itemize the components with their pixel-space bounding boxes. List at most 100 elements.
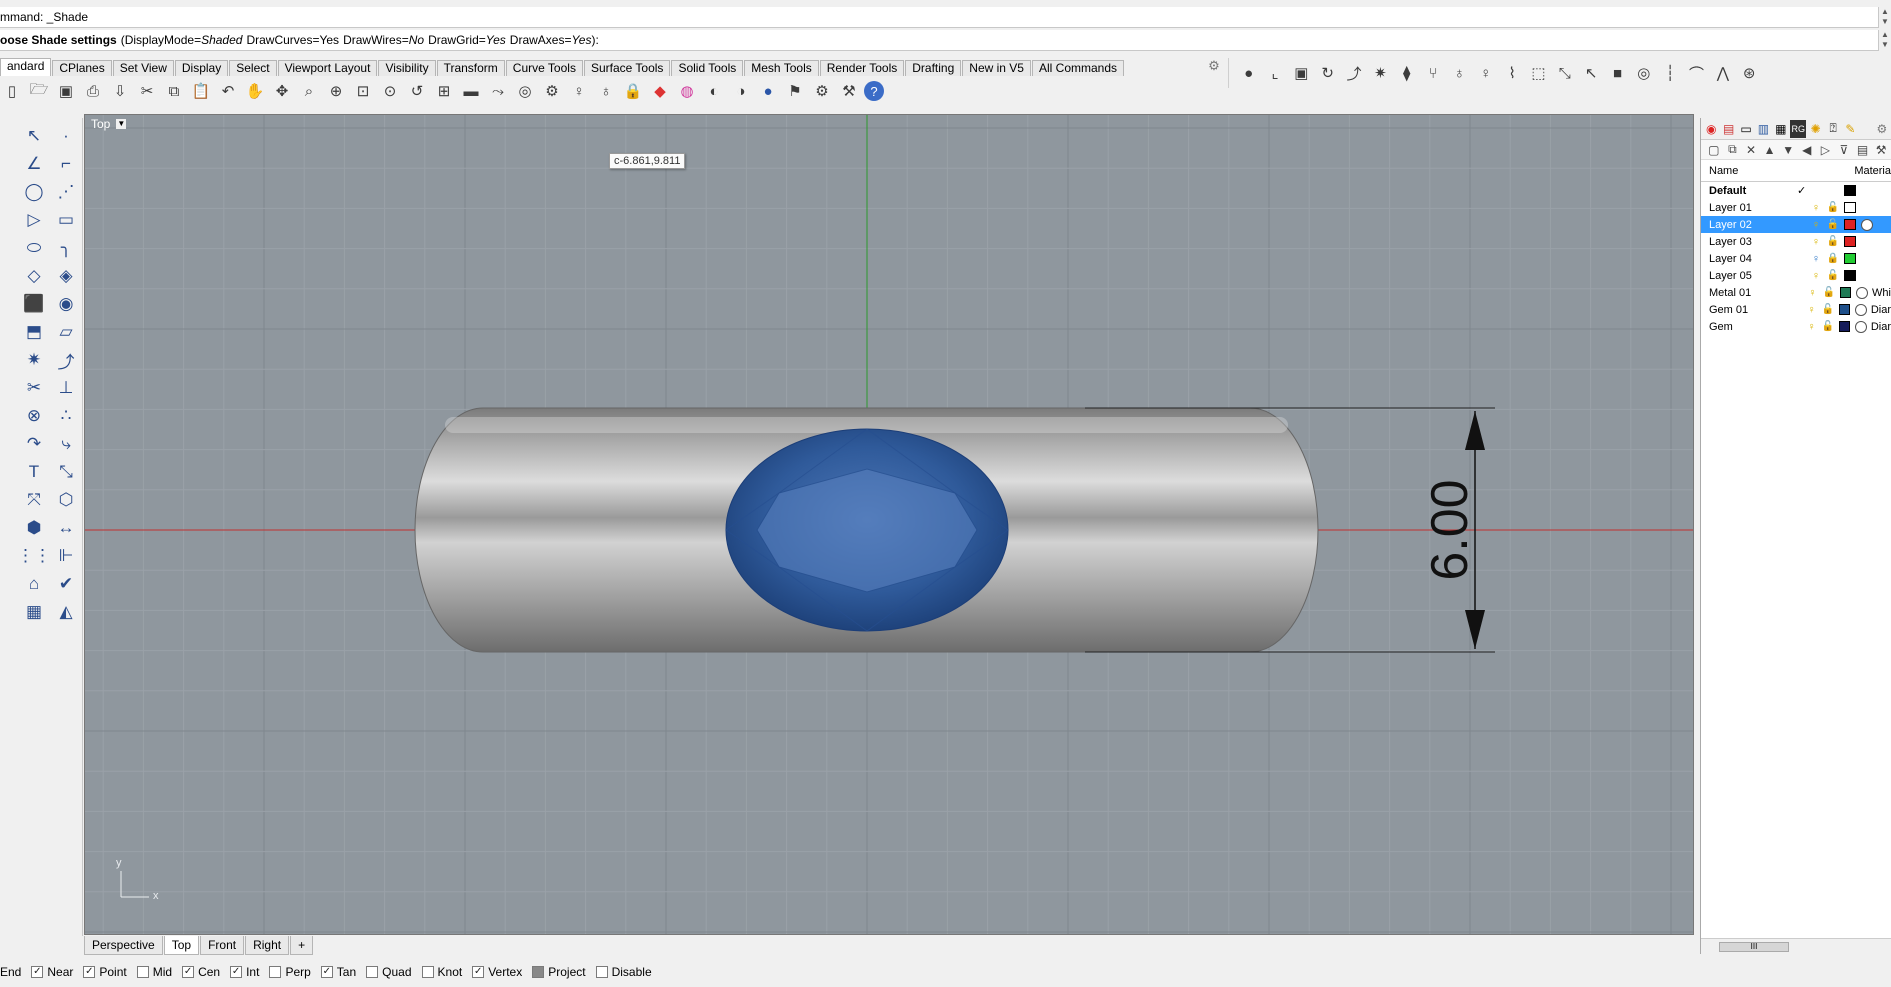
- osnap-vertex[interactable]: ✓ Vertex: [472, 965, 522, 979]
- zoom-selected-icon[interactable]: ⊙: [378, 79, 402, 103]
- color-wheel-icon[interactable]: ◍: [675, 79, 699, 103]
- osnap-perp-checkbox[interactable]: [269, 966, 282, 978]
- toolbar-tab-transform[interactable]: Transform: [436, 60, 505, 76]
- toolbar-tab-visibility[interactable]: Visibility: [378, 60, 436, 76]
- rail-revolve-icon[interactable]: ⤴: [1342, 61, 1365, 85]
- layer-color-swatch[interactable]: [1844, 236, 1856, 247]
- move-down-icon[interactable]: ▼: [1779, 142, 1797, 158]
- boolean-icon[interactable]: ⊛: [1738, 61, 1761, 85]
- layer-color-swatch[interactable]: [1844, 202, 1856, 213]
- osnap-quad[interactable]: Quad: [366, 965, 412, 979]
- toolbar-tab-viewport-layout[interactable]: Viewport Layout: [277, 60, 378, 76]
- layer-color-swatch[interactable]: [1844, 270, 1856, 281]
- dot-icon[interactable]: ⊗: [18, 402, 50, 430]
- new-file-icon[interactable]: ▯: [0, 79, 24, 103]
- layer-lock-icon[interactable]: 🔓: [1825, 270, 1841, 281]
- dimension-icon[interactable]: ↔: [50, 514, 82, 542]
- shaded-sphere-icon[interactable]: ◑: [729, 79, 753, 103]
- layer-row[interactable]: Layer 04 ♀ 🔒: [1701, 250, 1891, 267]
- help-tab-icon[interactable]: ⍰: [1825, 120, 1841, 138]
- check-icon[interactable]: ✔: [50, 570, 82, 598]
- copy-icon[interactable]: ⧉: [162, 79, 186, 103]
- zoom-dynamic-icon[interactable]: ⊕: [324, 79, 348, 103]
- option-drawwires[interactable]: DrawWires=No: [343, 33, 424, 47]
- osnap-int-checkbox[interactable]: ✓: [230, 966, 243, 978]
- layer-row[interactable]: Gem 01 ♀ 🔓 Diar: [1701, 301, 1891, 318]
- bulb-icon[interactable]: ♀: [1474, 61, 1497, 85]
- shaded-sphere-icon[interactable]: ●: [1237, 61, 1260, 85]
- layer-name[interactable]: Gem 01: [1701, 304, 1793, 316]
- bulbs-icon[interactable]: ♁: [1448, 61, 1471, 85]
- layer-lock-icon[interactable]: 🔓: [1820, 321, 1835, 332]
- layers-col-material[interactable]: Materia: [1854, 165, 1891, 177]
- layer-lock-icon[interactable]: 🔓: [1820, 304, 1835, 315]
- layers-h-scrollbar[interactable]: III: [1701, 938, 1891, 954]
- panel-gear-icon[interactable]: ⚙: [1874, 120, 1890, 138]
- properties-tab-icon[interactable]: ◉: [1703, 120, 1719, 138]
- layers-scroll-thumb[interactable]: III: [1719, 942, 1789, 952]
- toolbar-tab-curve-tools[interactable]: Curve Tools: [505, 60, 583, 76]
- zoom-window-icon[interactable]: ⌕: [297, 79, 321, 103]
- paste-icon[interactable]: 📋: [189, 79, 213, 103]
- osnap-quad-checkbox[interactable]: [366, 966, 379, 978]
- split-icon[interactable]: ⊥: [50, 374, 82, 402]
- layer-name[interactable]: Metal 01: [1701, 287, 1794, 299]
- points-icon[interactable]: ∴: [50, 402, 82, 430]
- save-icon[interactable]: ▣: [54, 79, 78, 103]
- help-icon[interactable]: ?: [864, 81, 884, 101]
- toolbar-tab-display[interactable]: Display: [174, 60, 229, 76]
- osnap-disable-checkbox[interactable]: [595, 966, 608, 978]
- import-icon[interactable]: ⇩: [108, 79, 132, 103]
- gumball-icon[interactable]: ⊩: [50, 542, 82, 570]
- box-icon[interactable]: ⬛: [18, 290, 50, 318]
- osnap-tan[interactable]: ✓ Tan: [320, 965, 356, 979]
- solid-icon[interactable]: ⬢: [18, 514, 50, 542]
- layer-states-icon[interactable]: ▤: [1854, 142, 1872, 158]
- viewport-canvas[interactable]: 6.00: [85, 115, 1694, 935]
- layer-visibility-bulb-icon[interactable]: ♀: [1807, 219, 1825, 231]
- layer-name[interactable]: Layer 05: [1701, 270, 1797, 282]
- collapse-icon[interactable]: ▷: [1817, 142, 1835, 158]
- polyline-icon[interactable]: ⌇: [1500, 61, 1523, 85]
- trim-icon[interactable]: ✂: [18, 374, 50, 402]
- polyline-icon[interactable]: ⌐: [50, 150, 82, 178]
- option-drawaxes[interactable]: DrawAxes=Yes: [510, 33, 592, 47]
- layer-color-swatch[interactable]: [1839, 287, 1852, 298]
- layer-material-icon[interactable]: [1855, 303, 1867, 316]
- layer-visibility-bulb-icon[interactable]: ♀: [1807, 236, 1825, 248]
- viewport-top[interactable]: 6.00 Top ▼ c-6.861,9.811 y x: [84, 114, 1694, 935]
- osnap-near-checkbox[interactable]: ✓: [31, 966, 44, 978]
- layer-visibility-bulb-icon[interactable]: ♀: [1803, 304, 1820, 316]
- mirror-icon[interactable]: ⧫: [1395, 61, 1418, 85]
- notes-tab-icon[interactable]: ✎: [1842, 120, 1858, 138]
- option-displaymode[interactable]: DisplayMode=Shaded: [125, 33, 243, 47]
- pan-hand-icon[interactable]: ✋: [243, 79, 267, 103]
- toolbar-tabs-gear-icon[interactable]: ⚙: [1206, 58, 1222, 74]
- layer-lock-icon[interactable]: 🔓: [1825, 219, 1841, 230]
- toolbar-tab-cplanes[interactable]: CPlanes: [52, 60, 112, 76]
- toolbar-tab-new-in-v5[interactable]: New in V5: [962, 60, 1031, 76]
- layer-visibility-bulb-icon[interactable]: ♀: [1804, 287, 1821, 299]
- option-drawcurves[interactable]: DrawCurves=Yes: [246, 33, 339, 47]
- osnap-disable[interactable]: Disable: [595, 965, 652, 979]
- osnap-cen[interactable]: ✓ Cen: [182, 965, 220, 979]
- osnap-knot[interactable]: Knot: [421, 965, 462, 979]
- viewport-tab-right[interactable]: Right: [245, 936, 290, 955]
- layer-row[interactable]: Gem ♀ 🔓 Diar: [1701, 318, 1891, 335]
- circle-icon[interactable]: ◯: [18, 178, 50, 206]
- layer-visibility-bulb-icon[interactable]: ♀: [1807, 253, 1825, 265]
- layer-lock-icon[interactable]: 🔓: [1825, 236, 1841, 247]
- dimension-icon[interactable]: ⌞: [1263, 61, 1286, 85]
- dimension-value[interactable]: 6.00: [1421, 479, 1479, 580]
- branch-icon[interactable]: ⑂: [1421, 61, 1444, 85]
- layer-material-icon[interactable]: [1856, 286, 1869, 299]
- osnap-icon[interactable]: ◎: [513, 79, 537, 103]
- sweep-icon[interactable]: ↻: [1316, 61, 1339, 85]
- car-mode-icon[interactable]: ⤳: [486, 79, 510, 103]
- undo-view-icon[interactable]: ↺: [405, 79, 429, 103]
- osnap-project-checkbox[interactable]: [532, 966, 545, 978]
- osnap-point[interactable]: ✓ Point: [83, 965, 127, 979]
- select-arrow-icon[interactable]: ↖: [18, 122, 50, 150]
- curve-blend-icon[interactable]: ↷: [18, 430, 50, 458]
- toolbar-tab-set-view[interactable]: Set View: [112, 60, 174, 76]
